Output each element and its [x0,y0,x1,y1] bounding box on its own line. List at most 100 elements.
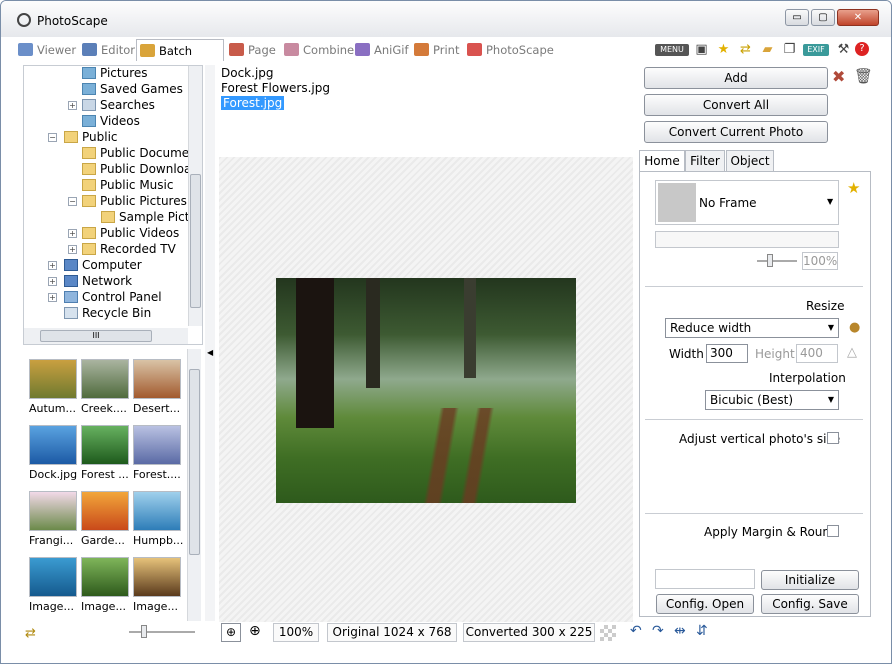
tab-object[interactable]: Object [726,150,774,171]
thumbnail[interactable]: Forest ... [81,425,131,481]
tree-vertical-scrollbar[interactable] [188,66,202,326]
zoom-icon[interactable]: ⊕ [249,623,261,639]
remove-icon[interactable]: ✖ [832,67,845,86]
thumbnail[interactable]: Image... [81,557,131,613]
collapse-icon[interactable]: − [68,197,77,206]
width-input[interactable]: 300 [706,344,748,363]
film-icon[interactable]: ▣ [693,42,710,57]
copy-icon[interactable]: ❐ [781,42,798,57]
collapse-arrow-icon[interactable]: ◀ [207,348,213,357]
tab-photoscape[interactable]: PhotoScape [464,39,554,61]
scroll-thumb[interactable] [189,369,200,555]
add-button[interactable]: Add [644,67,828,89]
expand-icon[interactable]: + [48,293,57,302]
close-button[interactable]: ✕ [837,9,879,26]
file-item[interactable]: Forest Flowers.jpg [221,81,330,95]
folder-icon[interactable]: ▰ [759,42,776,57]
expand-icon[interactable]: + [68,101,77,110]
tab-viewer[interactable]: Viewer [15,39,77,61]
initialize-button[interactable]: Initialize [761,570,859,590]
config-save-button[interactable]: Config. Save [761,594,859,614]
thumbnail[interactable]: Frangi... [29,491,79,547]
tab-print[interactable]: Print [411,39,463,61]
thumbnail[interactable]: Autum... [29,359,79,415]
tree-horizontal-scrollbar[interactable]: III [24,328,188,344]
tree-item-public-documents[interactable]: Public Documents [82,146,202,162]
trash-icon[interactable]: 🗑 [854,67,873,85]
tree-item-public-pictures[interactable]: Public Pictures [82,194,187,210]
tab-batch-editor[interactable]: Batch Editor [136,39,224,80]
opacity-slider[interactable] [757,254,797,267]
transparency-icon[interactable] [600,625,616,641]
divider [645,513,863,514]
rotate-left-icon[interactable]: ↶ [630,623,642,639]
tools-icon[interactable]: ⚒ [835,42,852,57]
folder-icon [82,163,96,175]
convert-current-button[interactable]: Convert Current Photo [644,121,828,143]
tree-item-videos[interactable]: Videos [82,114,140,130]
tree-item-searches[interactable]: Searches [82,98,155,114]
expand-icon[interactable]: + [68,229,77,238]
exif-icon[interactable]: EXIF [803,44,829,56]
thumbnail-scrollbar[interactable] [187,349,201,621]
expand-icon[interactable]: + [48,277,57,286]
tree-item-control-panel[interactable]: Control Panel [64,290,162,306]
scroll-thumb[interactable] [190,174,201,308]
tab-page[interactable]: Page [226,39,280,61]
menu-icon[interactable]: MENU [655,44,689,56]
frame-selector[interactable]: No Frame ▼ [655,180,839,225]
thumbnail[interactable]: Humpb... [133,491,183,547]
tab-combine[interactable]: Combine [281,39,354,61]
minimize-button[interactable]: ▭ [785,9,809,26]
tree-item-saved-games[interactable]: Saved Games [82,82,183,98]
tree-item-public-videos[interactable]: Public Videos [82,226,179,242]
thumbnail[interactable]: Garde... [81,491,131,547]
adjust-vertical-checkbox[interactable] [827,432,839,444]
thumbnail[interactable]: Image... [133,557,183,613]
tab-home[interactable]: Home [639,150,685,172]
interpolation-select[interactable]: Bicubic (Best) ▼ [705,390,839,410]
rotate-arrows-icon[interactable]: ⇄ [737,42,754,57]
acorn-icon[interactable]: ● [849,320,860,335]
expand-icon[interactable]: + [48,261,57,270]
star-icon[interactable]: ★ [715,42,732,57]
convert-all-button[interactable]: Convert All [644,94,828,116]
height-input[interactable]: 400 [796,344,838,363]
resize-mode-select[interactable]: Reduce width ▼ [665,318,839,338]
tab-editor[interactable]: Editor [79,39,135,61]
thumbnail[interactable]: Dock.jpg [29,425,79,481]
tree-item-public-music[interactable]: Public Music [82,178,173,194]
favorite-star-icon[interactable]: ★ [847,179,860,197]
collapse-icon[interactable]: − [48,133,57,142]
thumbnail[interactable]: Creek.... [81,359,131,415]
file-item-selected[interactable]: Forest.jpg [221,96,285,110]
tree-item-network[interactable]: Network [64,274,132,290]
thumbnail[interactable]: Forest.... [133,425,183,481]
tree-item-recorded-tv[interactable]: Recorded TV [82,242,176,258]
thumbnail[interactable]: Desert... [133,359,183,415]
help-icon[interactable]: ? [855,42,869,56]
tab-anigif[interactable]: AniGif [352,39,410,61]
scroll-thumb[interactable]: III [40,330,152,342]
tree-item-recycle-bin[interactable]: Recycle Bin [64,306,151,322]
tree-item-public-downloads[interactable]: Public Downloads [82,162,202,178]
slider-thumb[interactable] [141,625,147,638]
thumbnail[interactable]: Image... [29,557,79,613]
tree-item-computer[interactable]: Computer [64,258,142,274]
tree-item-pictures[interactable]: Pictures [82,66,148,82]
apply-margin-checkbox[interactable] [827,525,839,537]
flip-horizontal-icon[interactable]: ⇹ [674,623,686,639]
slider-thumb[interactable] [767,254,773,267]
panel-splitter[interactable]: ◀ [205,65,215,621]
flip-vertical-icon[interactable]: ⇵ [696,623,708,639]
tree-item-public[interactable]: Public [64,130,118,146]
config-open-button[interactable]: Config. Open [656,594,754,614]
expand-icon[interactable]: + [68,245,77,254]
tab-filter[interactable]: Filter [685,150,725,171]
refresh-icon[interactable]: ⇄ [25,626,36,641]
thumbnail-size-slider[interactable] [129,625,195,638]
maximize-button[interactable]: ▢ [811,9,835,26]
rotate-right-icon[interactable]: ↷ [652,623,664,639]
zoom-fit-icon[interactable]: ⊕ [221,623,241,642]
file-item[interactable]: Dock.jpg [221,66,274,80]
